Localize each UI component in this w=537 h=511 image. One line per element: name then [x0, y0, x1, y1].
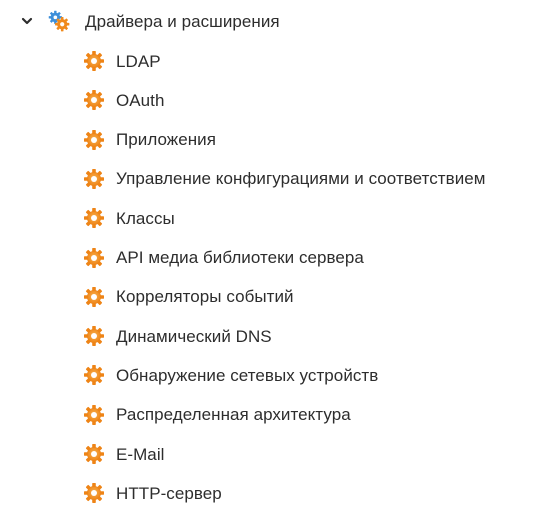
gears-icon	[48, 10, 70, 32]
tree-child-label: Приложения	[116, 130, 216, 150]
tree-child-item[interactable]: Корреляторы событий	[83, 282, 294, 312]
gear-icon	[83, 247, 105, 269]
gear-icon	[83, 286, 105, 308]
tree-child-item[interactable]: Управление конфигурациями и соответствие…	[83, 164, 486, 194]
gear-icon	[83, 168, 105, 190]
gear-icon	[83, 482, 105, 504]
tree-child-item[interactable]: Динамический DNS	[83, 321, 272, 351]
gear-icon	[83, 325, 105, 347]
gear-icon	[83, 404, 105, 426]
tree-child-item[interactable]: OAuth	[83, 85, 164, 115]
gear-icon	[83, 89, 105, 111]
tree-child-item[interactable]: HTTP-сервер	[83, 478, 222, 508]
gear-icon	[83, 129, 105, 151]
tree-child-label: Распределенная архитектура	[116, 405, 351, 425]
tree-child-label: HTTP-сервер	[116, 483, 222, 503]
gear-icon	[83, 443, 105, 465]
gear-icon	[83, 207, 105, 229]
tree-child-item[interactable]: E-Mail	[83, 439, 164, 469]
tree-child-item[interactable]: Приложения	[83, 125, 216, 155]
tree-child-label: Обнаружение сетевых устройств	[116, 365, 379, 385]
tree-child-item[interactable]: API медиа библиотеки сервера	[83, 243, 364, 273]
tree-child-label: Управление конфигурациями и соответствие…	[116, 169, 486, 189]
tree-child-label: Классы	[116, 208, 175, 228]
tree-child-label: Динамический DNS	[116, 326, 272, 346]
tree-node-drivers-extensions[interactable]: Драйвера и расширения	[18, 6, 280, 36]
gear-icon	[83, 364, 105, 386]
tree-child-label: LDAP	[116, 51, 161, 71]
tree-child-label: Корреляторы событий	[116, 287, 294, 307]
gear-icon	[83, 50, 105, 72]
tree-child-label: E-Mail	[116, 444, 165, 464]
tree-child-item[interactable]: Классы	[83, 203, 175, 233]
tree-child-item[interactable]: LDAP	[83, 46, 161, 76]
tree-child-item[interactable]: Обнаружение сетевых устройств	[83, 360, 378, 390]
tree-child-label: OAuth	[116, 90, 165, 110]
tree-node-label: Драйвера и расширения	[85, 11, 280, 31]
tree-child-label: API медиа библиотеки сервера	[116, 248, 364, 267]
chevron-down-icon[interactable]	[18, 12, 36, 30]
tree-child-item[interactable]: Распределенная архитектура	[83, 400, 351, 430]
